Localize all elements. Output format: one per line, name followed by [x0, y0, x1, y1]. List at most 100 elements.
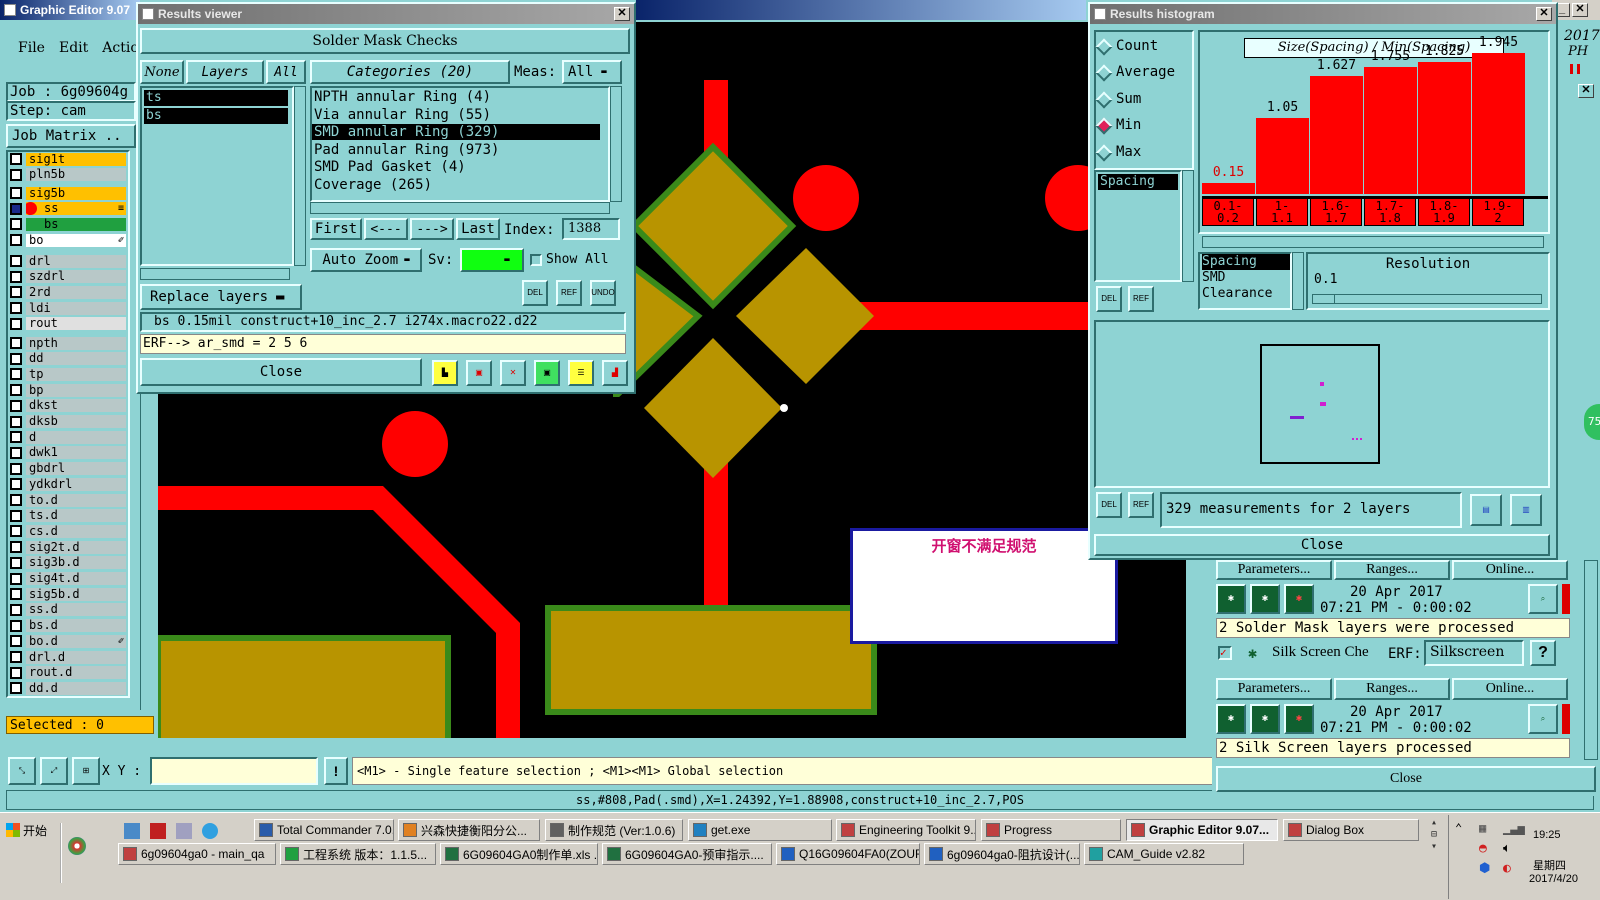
- layer-row-sig2t.d[interactable]: sig2t.d: [10, 540, 126, 554]
- stop-icon-2[interactable]: ✱: [1284, 704, 1314, 734]
- flag-tray-icon[interactable]: ◓: [1479, 841, 1487, 856]
- layer-row-dd[interactable]: dd: [10, 352, 126, 366]
- layer-row-drl[interactable]: drl: [10, 254, 126, 268]
- layers-none-button[interactable]: None: [140, 60, 184, 84]
- histogram-bar[interactable]: [1364, 66, 1417, 194]
- side-close-button[interactable]: ✕: [1578, 84, 1594, 98]
- zoom-window-button[interactable]: ⤡: [8, 757, 36, 785]
- taskbar-item[interactable]: 兴森快捷衡阳分公...: [398, 819, 540, 841]
- menu-edit[interactable]: Edit: [59, 40, 88, 64]
- layer-row-sig5b[interactable]: sig5b: [10, 186, 126, 200]
- category-item[interactable]: Coverage (265): [312, 177, 600, 193]
- checklist-scrollbar[interactable]: [1584, 560, 1598, 760]
- ranges-button[interactable]: Ranges...: [1334, 560, 1450, 580]
- taskbar-item[interactable]: Progress: [981, 819, 1121, 841]
- layer-list-scrollbar[interactable]: [294, 86, 306, 266]
- list-icon[interactable]: ☰: [568, 360, 594, 386]
- menu-file[interactable]: File: [18, 40, 45, 64]
- alert-button[interactable]: !: [324, 757, 348, 785]
- layer-checkbox[interactable]: [10, 399, 22, 412]
- layer-checkbox[interactable]: [10, 619, 22, 632]
- histogram-close-button[interactable]: Close: [1094, 534, 1550, 556]
- layer-row-dwk1[interactable]: dwk1: [10, 446, 126, 460]
- checklist-close-button[interactable]: Close: [1216, 766, 1596, 792]
- taskbar-item[interactable]: 制作规范 (Ver:1.0.6): [545, 819, 683, 841]
- layer-row-bo[interactable]: bo ✐: [10, 233, 126, 247]
- results-viewer-close-x[interactable]: ✕: [614, 7, 630, 21]
- layer-row-sig4t.d[interactable]: sig4t.d: [10, 572, 126, 586]
- layer-row-sig3b.d[interactable]: sig3b.d: [10, 556, 126, 570]
- layer-checkbox[interactable]: [10, 525, 22, 538]
- layer-checkbox[interactable]: [10, 635, 22, 648]
- layer-row-bo.d[interactable]: bo.d ✐: [10, 634, 126, 648]
- index-input[interactable]: 1388: [562, 218, 620, 240]
- report-icon[interactable]: ▣: [534, 360, 560, 386]
- layer-row-ldi[interactable]: ldi: [10, 301, 126, 315]
- layer-row-d[interactable]: d: [10, 430, 126, 444]
- chart-hscroll[interactable]: [1202, 236, 1544, 248]
- taskbar-item[interactable]: Graphic Editor 9.07...: [1126, 819, 1278, 841]
- view-results-icon-2[interactable]: ⌕: [1528, 704, 1558, 734]
- taskbar-item[interactable]: CAM_Guide v2.82: [1084, 843, 1244, 865]
- shield-tray-icon[interactable]: ⬢: [1479, 861, 1490, 876]
- params-button[interactable]: Parameters...: [1216, 560, 1332, 580]
- res-item-spacing[interactable]: Spacing: [1202, 254, 1290, 270]
- bar-tick-label[interactable]: 1- 1.1: [1256, 198, 1308, 226]
- online-button[interactable]: Online...: [1452, 560, 1568, 580]
- params-button-2[interactable]: Parameters...: [1216, 678, 1332, 700]
- category-item[interactable]: NPTH annular Ring (4): [312, 89, 600, 105]
- sv-color-select[interactable]: ▬: [460, 248, 524, 272]
- layer-checkbox[interactable]: [10, 603, 22, 616]
- pdf-icon[interactable]: [150, 823, 166, 839]
- job-matrix-button[interactable]: Job Matrix ..: [6, 124, 136, 148]
- layer-checkbox[interactable]: [10, 368, 22, 381]
- category-item[interactable]: SMD annular Ring (329): [312, 124, 600, 141]
- taskbar-item[interactable]: Dialog Box: [1283, 819, 1419, 841]
- meas-select[interactable]: All ▬: [562, 60, 622, 84]
- layer-row-drl.d[interactable]: drl.d: [10, 650, 126, 664]
- category-item[interactable]: SMD Pad Gasket (4): [312, 159, 600, 175]
- bar-tick-label[interactable]: 1.6- 1.7: [1310, 198, 1362, 226]
- layer-checkbox[interactable]: [10, 255, 22, 267]
- layer-checkbox[interactable]: [10, 168, 22, 181]
- slider-thumb[interactable]: [1313, 295, 1335, 303]
- layer-row-ydkdrl[interactable]: ydkdrl: [10, 477, 126, 491]
- layer-row-dkst[interactable]: dkst: [10, 399, 126, 413]
- run-all-icon[interactable]: ✱: [1250, 584, 1280, 614]
- first-button[interactable]: First: [310, 218, 362, 240]
- layers-all-button[interactable]: All: [266, 60, 306, 84]
- view-results-icon[interactable]: ⌕: [1528, 584, 1558, 614]
- taskbar-item[interactable]: 6g09604ga0-阻抗设计(...: [924, 843, 1080, 865]
- bar-tick-label[interactable]: 0.1- 0.2: [1202, 198, 1254, 226]
- layer-checkbox[interactable]: [10, 337, 22, 349]
- category-item[interactable]: Pad annular Ring (973): [312, 142, 600, 158]
- main-close-button[interactable]: ✕: [1572, 3, 1588, 17]
- layer-row-ss.d[interactable]: ss.d: [10, 603, 126, 617]
- taskbar-item[interactable]: Q16G09604FA0(ZOUFEN...: [776, 843, 920, 865]
- layer-list-item-bs[interactable]: bs: [144, 108, 288, 124]
- prev-button[interactable]: <---: [364, 218, 408, 240]
- categories-button[interactable]: Categories (20): [310, 60, 510, 84]
- histogram-bar[interactable]: [1472, 52, 1525, 194]
- layer-checkbox[interactable]: [10, 317, 22, 330]
- layer-row-sig1t[interactable]: sig1t: [10, 152, 126, 166]
- layer-checkbox[interactable]: [10, 218, 22, 231]
- taskbar-item[interactable]: 6G09604GA0制作单.xls ...: [440, 843, 598, 865]
- layer-row-cs.d[interactable]: cs.d: [10, 524, 126, 538]
- taskbar-item[interactable]: 工程系统 版本：1.1.5...: [280, 843, 436, 865]
- last-button[interactable]: Last: [456, 218, 500, 240]
- bar-tick-label[interactable]: 1.7- 1.8: [1364, 198, 1416, 226]
- layer-checkbox[interactable]: [10, 202, 22, 215]
- histogram-bar[interactable]: [1418, 61, 1471, 194]
- ref-button[interactable]: REF: [556, 280, 582, 306]
- ranges-button-2[interactable]: Ranges...: [1334, 678, 1450, 700]
- silk-checkbox[interactable]: ✓: [1218, 646, 1232, 660]
- layer-list-item-ts[interactable]: ts: [144, 90, 288, 106]
- layer-row-2rd[interactable]: 2rd: [10, 285, 126, 299]
- ie-icon[interactable]: [202, 823, 218, 839]
- histogram-bar[interactable]: [1310, 75, 1363, 194]
- layout-icon[interactable]: ▥: [1510, 494, 1542, 526]
- res-item-clearance[interactable]: Clearance: [1202, 286, 1290, 302]
- spacing-tag[interactable]: Spacing: [1098, 174, 1178, 190]
- layer-row-bp[interactable]: bp: [10, 383, 126, 397]
